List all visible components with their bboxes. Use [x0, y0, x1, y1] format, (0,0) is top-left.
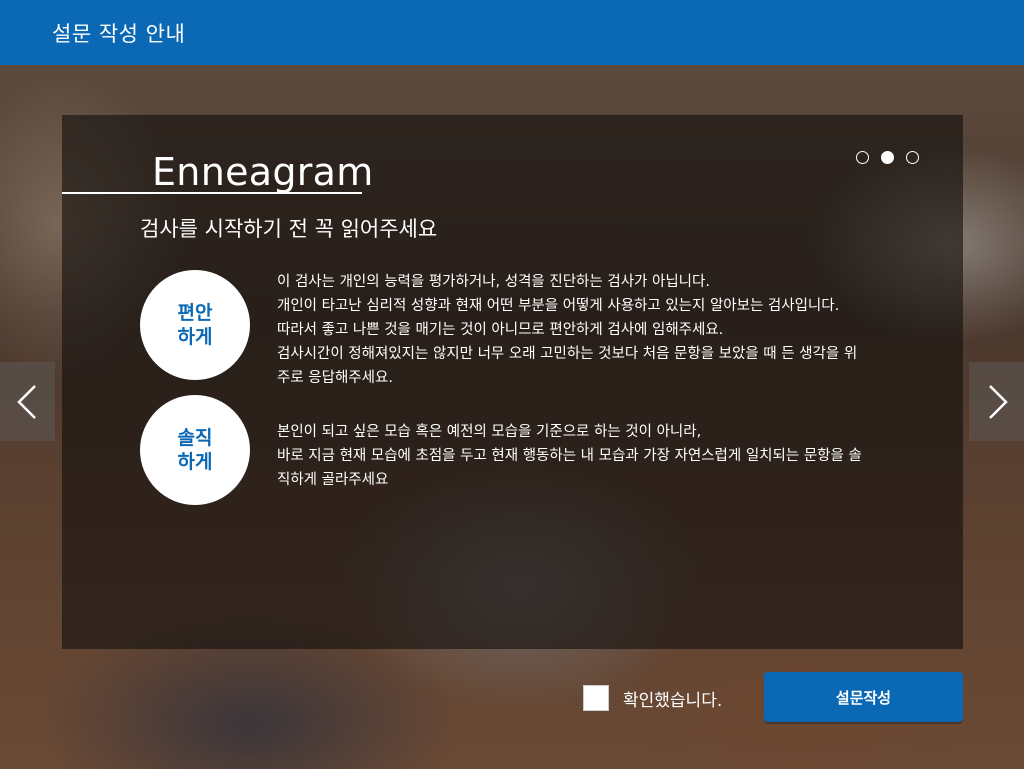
section-text-comfortable: 이 검사는 개인의 능력을 평가하거나, 성격을 진단하는 검사가 아닙니다. … [277, 270, 957, 390]
badge-line: 하게 [177, 451, 213, 473]
prev-slide-button[interactable] [0, 362, 55, 441]
top-bar: 설문 작성 안내 [0, 0, 1024, 65]
chevron-right-icon [988, 384, 1008, 419]
text-line: 직하게 골라주세요 [277, 472, 389, 488]
page-title: 설문 작성 안내 [52, 22, 186, 46]
text-line: 본인이 되고 싶은 모습 혹은 예전의 모습을 기준으로 하는 것이 아니라, [277, 424, 702, 440]
chevron-left-icon [16, 384, 36, 419]
next-slide-button[interactable] [969, 362, 1024, 441]
section-text-honest: 본인이 되고 싶은 모습 혹은 예전의 모습을 기준으로 하는 것이 아니라, … [277, 420, 957, 492]
start-survey-button[interactable]: 설문작성 [764, 672, 963, 722]
pagination-dot-active[interactable] [881, 151, 894, 164]
confirm-checkbox[interactable] [583, 685, 609, 711]
brand-title: Enneagram [152, 150, 374, 194]
text-line: 따라서 좋고 나쁜 것을 매기는 것이 아니므로 편안하게 검사에 임해주세요. [277, 322, 724, 338]
pagination-dot[interactable] [906, 151, 919, 164]
text-line: 검사시간이 정해져있지는 않지만 너무 오래 고민하는 것보다 처음 문항을 보… [277, 346, 858, 362]
brand-underline [62, 192, 362, 194]
badge-line: 솔직 [177, 427, 213, 449]
text-line: 주로 응답해주세요. [277, 370, 393, 386]
confirm-checkbox-group[interactable]: 확인했습니다. [583, 684, 722, 712]
badge-honest: 솔직 하게 [140, 395, 250, 505]
text-line: 바로 지금 현재 모습에 초점을 두고 현재 행동하는 내 모습과 가장 자연스… [277, 448, 862, 464]
pagination-dot[interactable] [856, 151, 869, 164]
badge-line: 하게 [177, 326, 213, 348]
text-line: 이 검사는 개인의 능력을 평가하거나, 성격을 진단하는 검사가 아닙니다. [277, 274, 710, 290]
intro-subtitle: 검사를 시작하기 전 꼭 읽어주세요 [140, 217, 438, 241]
badge-line: 편안 [177, 302, 213, 324]
confirm-label[interactable]: 확인했습니다. [623, 686, 722, 711]
text-line: 개인이 타고난 심리적 성향과 현재 어떤 부분을 어떻게 사용하고 있는지 알… [277, 298, 840, 314]
badge-comfortable: 편안 하게 [140, 270, 250, 380]
